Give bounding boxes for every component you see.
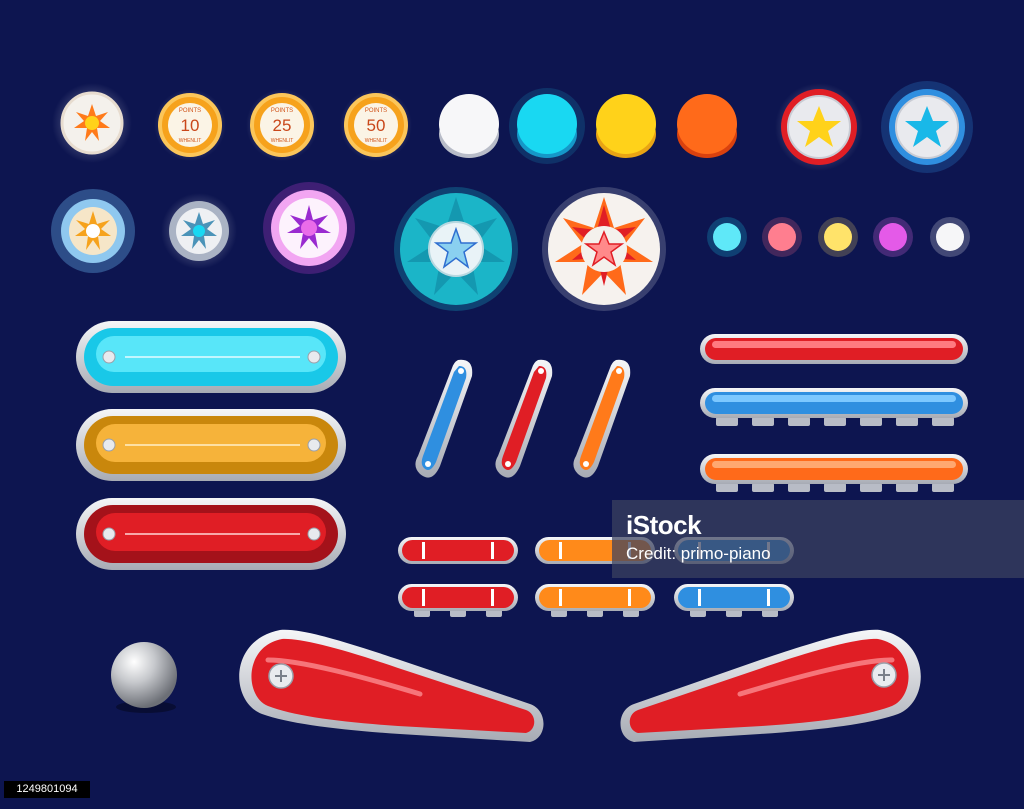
slingshot-orange <box>573 359 631 478</box>
when-lit-label: WHENLIT <box>365 138 388 144</box>
light-pink <box>762 217 802 257</box>
light-white <box>930 217 970 257</box>
points-label: POINTS <box>271 108 293 114</box>
light-yellow <box>818 217 858 257</box>
star-button-red <box>775 83 863 171</box>
rail-orange <box>700 454 968 492</box>
points-label: POINTS <box>365 108 387 114</box>
rail-blue <box>700 388 968 426</box>
points-value: 25 <box>273 116 292 135</box>
points-value: 50 <box>367 116 386 135</box>
rail-feet <box>716 483 954 492</box>
sun-bumper-gray <box>161 193 237 269</box>
sun-bumper-magenta <box>263 182 355 274</box>
watermark-brand: iStock <box>626 510 702 540</box>
light-cyan <box>707 217 747 257</box>
score-bumper-25: POINTS 25 WHENLIT <box>246 89 318 161</box>
star-burst-bumper-cyan <box>394 187 518 311</box>
target-bar-cyan <box>76 321 346 393</box>
small-target-orange-2 <box>535 584 655 617</box>
slingshot-blue <box>415 359 473 478</box>
pinball <box>111 642 177 713</box>
rail-red <box>700 334 968 364</box>
cap-button-orange <box>677 94 737 158</box>
screw-icon <box>871 662 897 688</box>
star-button-blue <box>881 81 973 173</box>
points-label: POINTS <box>179 108 201 114</box>
cap-button-yellow <box>596 94 656 158</box>
when-lit-label: WHENLIT <box>179 138 202 144</box>
light-magenta <box>873 217 913 257</box>
rail-feet <box>716 417 954 426</box>
target-bar-red <box>76 498 346 570</box>
sun-bumper-white <box>52 83 132 163</box>
small-target-blue-2 <box>674 584 794 617</box>
stock-id-label: 1249801094 <box>4 781 90 798</box>
small-target-red-1 <box>398 537 518 564</box>
small-target-red-2 <box>398 584 518 617</box>
score-bumper-50: POINTS 50 WHENLIT <box>340 89 412 161</box>
pinball-parts-sheet: POINTS 10 WHENLIT POINTS 25 WHENLIT POIN… <box>51 81 973 742</box>
points-value: 10 <box>181 116 200 135</box>
cap-button-white <box>439 94 499 158</box>
watermark-banner: iStock Credit: primo-piano <box>612 500 1024 578</box>
flipper-right <box>620 629 921 742</box>
slingshot-red <box>495 359 553 478</box>
cap-button-cyan <box>509 88 585 164</box>
star-burst-bumper-red <box>542 187 666 311</box>
flipper-left <box>239 629 544 742</box>
screw-icon <box>268 663 294 689</box>
score-bumper-10: POINTS 10 WHENLIT <box>154 89 226 161</box>
sun-bumper-blue <box>51 189 135 273</box>
target-bar-amber <box>76 409 346 481</box>
when-lit-label: WHENLIT <box>271 138 294 144</box>
watermark-credit: Credit: primo-piano <box>626 544 771 563</box>
